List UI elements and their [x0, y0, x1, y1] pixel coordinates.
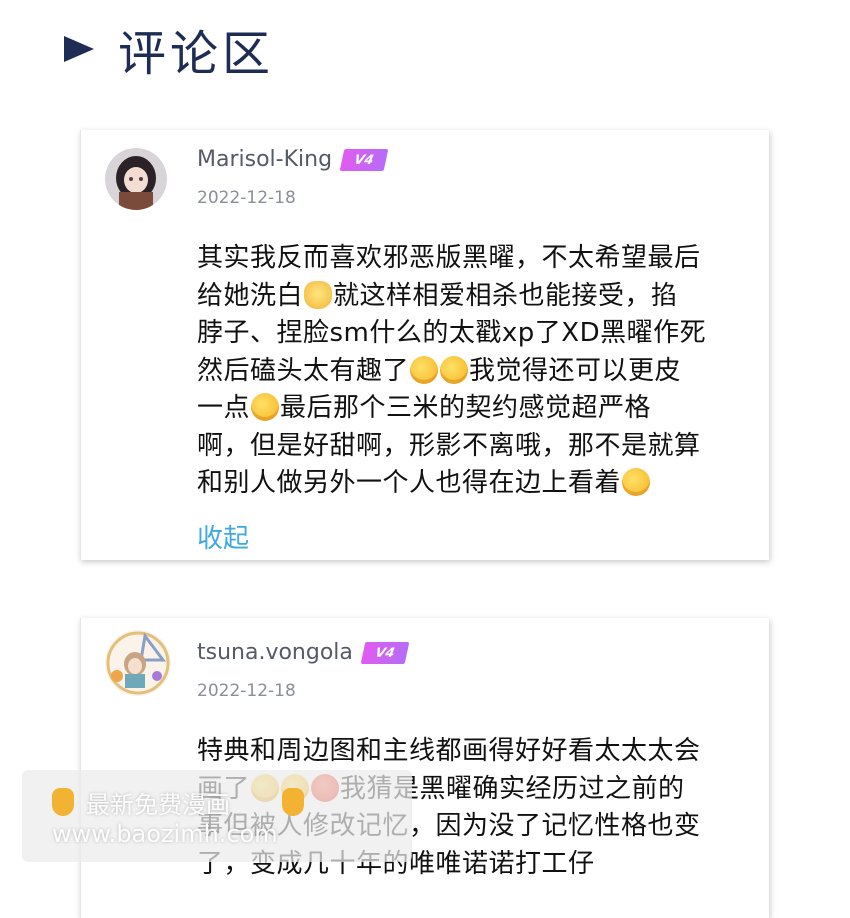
comment-date: 2022-12-18: [197, 188, 296, 208]
pointing-hand-icon: [282, 788, 304, 816]
avatar[interactable]: [105, 148, 167, 210]
comment-text-segment: 然后磕头太有趣了: [197, 355, 410, 386]
comment-text-segment: 和别人做另外一个人也得在边上看着: [197, 468, 622, 498]
laugh-emoji-icon: [410, 355, 439, 384]
comment-text-segment: 啊，但是好甜啊，形影不离哦，那不是就算: [197, 430, 701, 461]
comment-line: 给她洗白 就这样相爱相杀也能接受，掐: [197, 278, 757, 316]
comment-date: 2022-12-18: [197, 681, 296, 701]
comment-line: 一点 最后那个三米的契约感觉超严格: [197, 390, 757, 428]
comment-text-segment: 给她洗白: [197, 280, 304, 311]
triangle-icon: [64, 36, 94, 62]
username[interactable]: Marisol-King V4: [197, 147, 389, 172]
cat-emoji-icon: [304, 280, 333, 309]
collapse-link[interactable]: 收起: [197, 518, 249, 555]
username[interactable]: tsuna.vongola V4: [197, 640, 410, 665]
comment-line: 然后磕头太有趣了 我觉得还可以更皮: [197, 353, 757, 391]
comment-line: 啊，但是好甜啊，形影不离哦，那不是就算: [197, 428, 757, 466]
vip-badge: V4: [360, 641, 410, 664]
comment-line: 特典和周边图和主线都画得好好看太太太会: [197, 733, 757, 771]
comment-text-segment: 脖子、捏脸sm什么的太戳xp了XD黑曜作死: [197, 318, 707, 348]
comment-text-segment: 其实我反而喜欢邪恶版黑曜，不太希望最后: [197, 243, 701, 273]
comment-card: tsuna.vongola V4 2022-12-18 特典和周边图和主线都画得…: [80, 618, 769, 918]
comment-text-segment: 就这样相爱相杀也能接受，掐: [333, 280, 678, 311]
avatar[interactable]: [105, 630, 171, 696]
comment-text-segment: 一点: [197, 393, 251, 423]
comment-text-segment: 我觉得还可以更皮: [469, 355, 682, 386]
username-text: Marisol-King: [197, 147, 333, 172]
comment-text-segment: 特典和周边图和主线都画得好好看太太太会: [197, 736, 701, 766]
section-header: 评论区: [64, 18, 274, 82]
username-text: tsuna.vongola: [197, 640, 353, 665]
pointing-hand-icon: [52, 788, 74, 816]
laugh-emoji-icon: [440, 355, 469, 384]
section-title: 评论区: [118, 26, 275, 82]
comment-text: 其实我反而喜欢邪恶版黑曜，不太希望最后 给她洗白 就这样相爱相杀也能接受，掐 脖子、捏…: [197, 240, 757, 503]
watermark-overlay: 最新免费漫画 www.baozimh.com: [22, 770, 412, 862]
watermark-line1: 最新免费漫画: [86, 790, 230, 819]
comment-line: 脖子、捏脸sm什么的太戳xp了XD黑曜作死: [197, 315, 757, 353]
laugh-emoji-icon: [622, 468, 651, 496]
watermark-line2: www.baozimh.com: [52, 819, 278, 848]
comment-line: 其实我反而喜欢邪恶版黑曜，不太希望最后: [197, 240, 757, 278]
laugh-emoji-icon: [251, 393, 280, 421]
comment-line: 和别人做另外一个人也得在边上看着: [197, 465, 757, 503]
vip-badge: V4: [339, 148, 389, 171]
comment-text-segment: 最后那个三米的契约感觉超严格: [280, 393, 652, 423]
comment-card: Marisol-King V4 2022-12-18 其实我反而喜欢邪恶版黑曜，…: [80, 130, 769, 560]
